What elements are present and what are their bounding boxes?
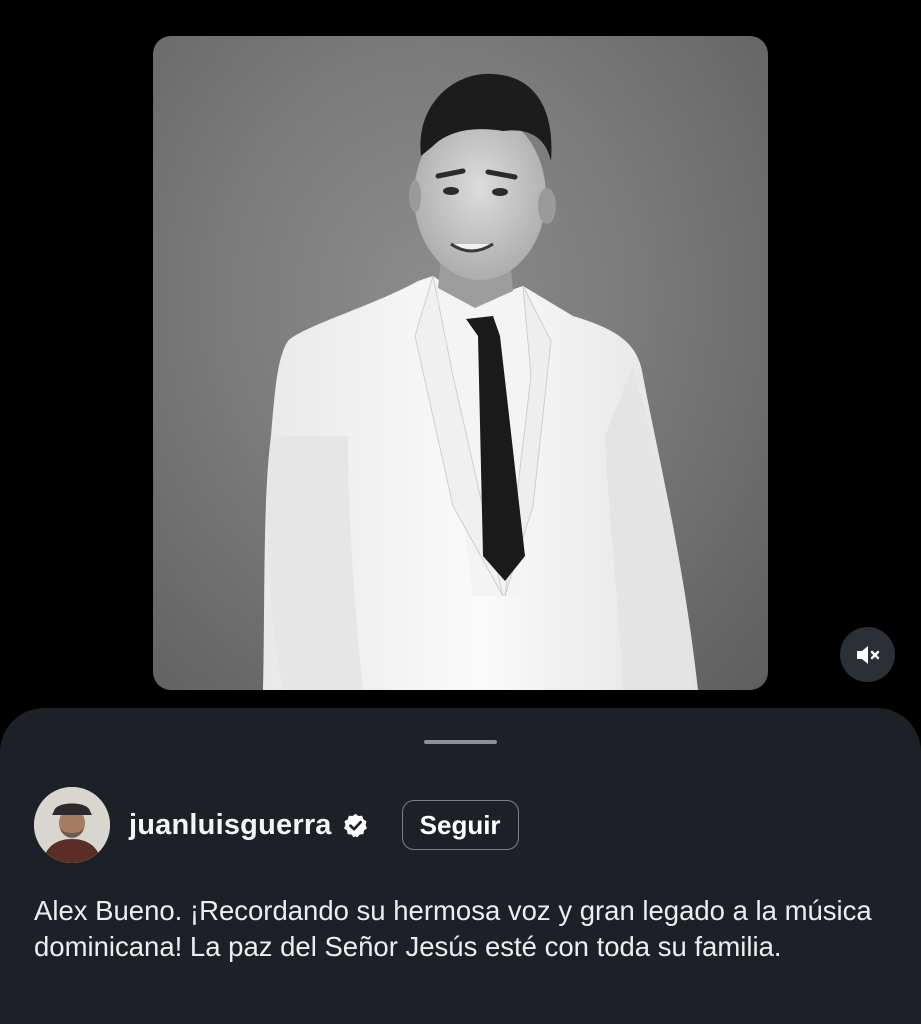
- avatar[interactable]: [34, 787, 110, 863]
- sheet-drag-handle[interactable]: [424, 740, 497, 744]
- post-caption: Alex Bueno. ¡Recordando su hermosa voz y…: [34, 895, 872, 962]
- follow-button[interactable]: Seguir: [401, 800, 519, 850]
- verified-badge-icon: [343, 813, 367, 837]
- avatar-image: [34, 787, 110, 863]
- post-viewer: juanluisguerra Seguir Alex Bueno. ¡Recor…: [0, 0, 921, 1024]
- portrait-image: [263, 73, 698, 690]
- caption-sheet: juanluisguerra Seguir Alex Bueno. ¡Recor…: [0, 708, 921, 1024]
- speaker-muted-icon: [856, 645, 879, 664]
- author-username[interactable]: juanluisguerra: [129, 809, 332, 842]
- mute-button[interactable]: [840, 627, 895, 682]
- post-media[interactable]: [153, 36, 768, 690]
- author-row: juanluisguerra Seguir: [34, 787, 519, 863]
